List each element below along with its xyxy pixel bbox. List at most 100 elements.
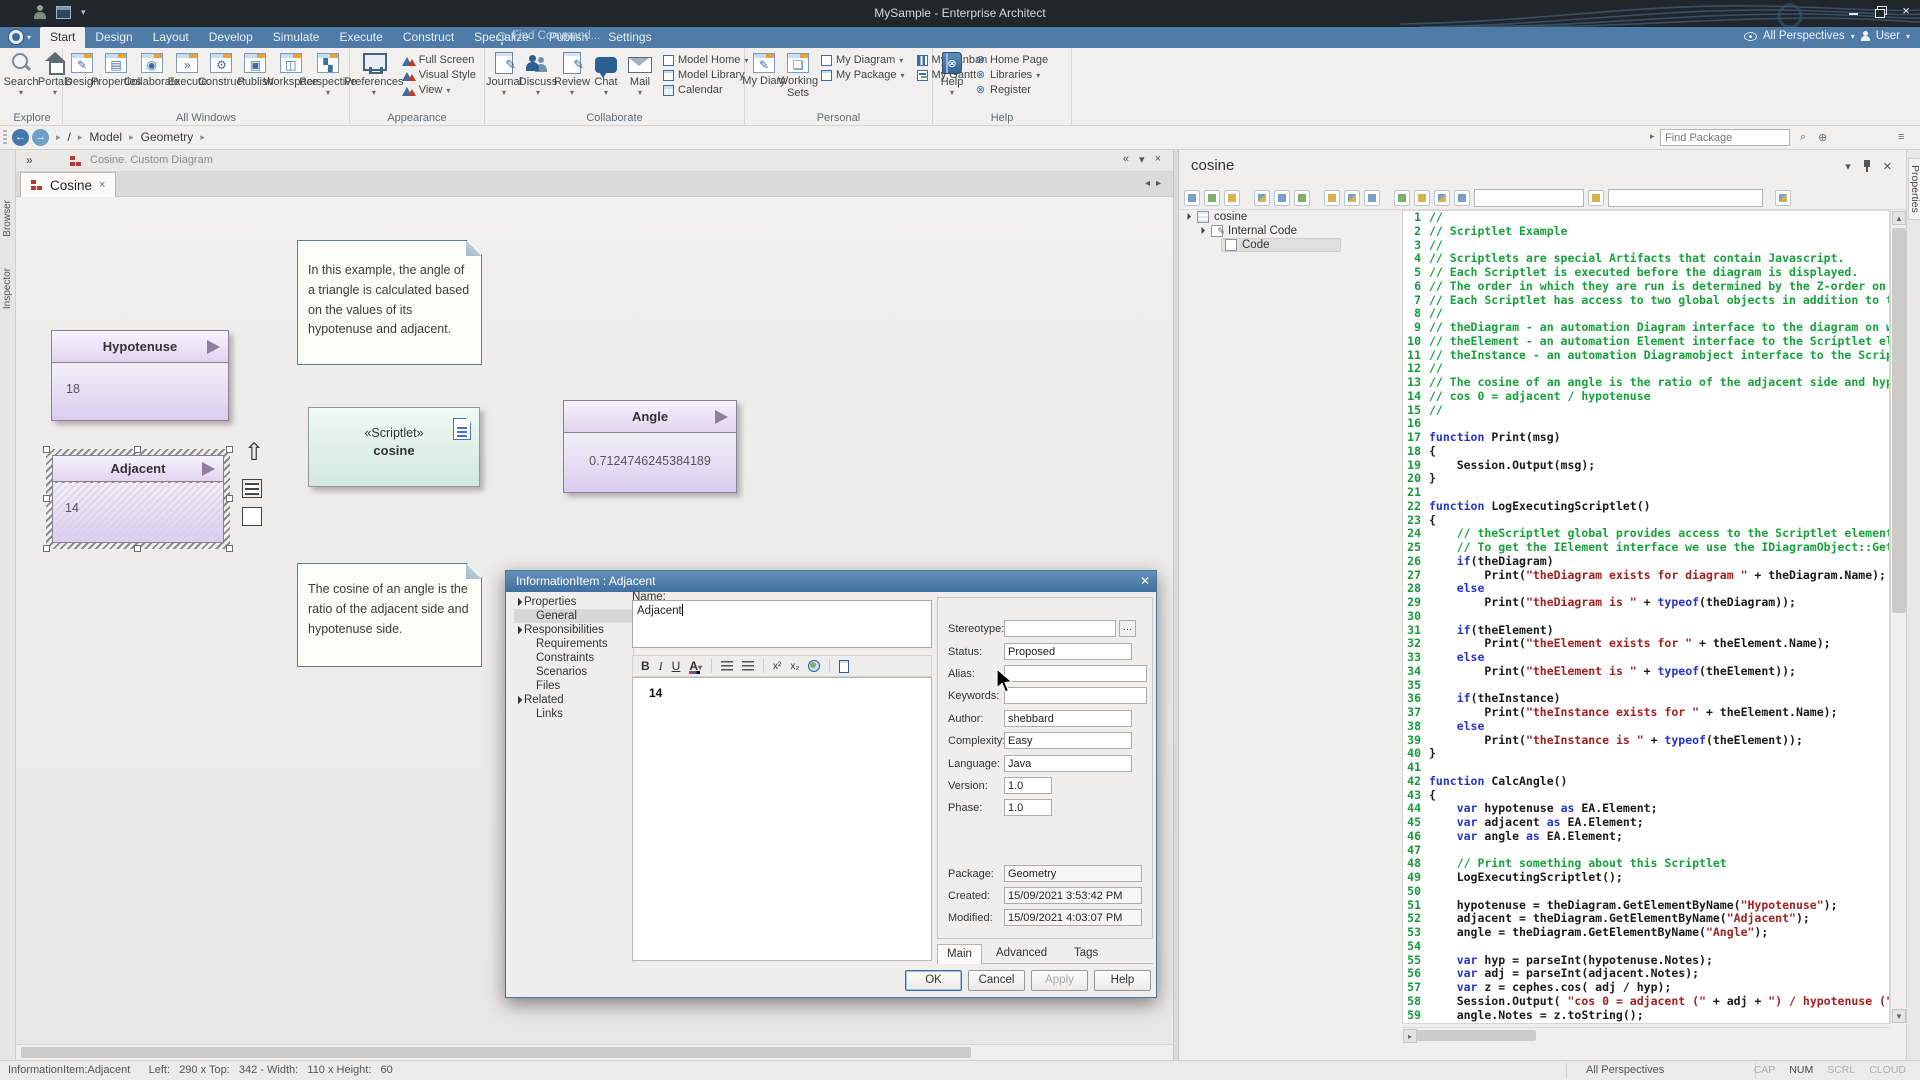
code-line-55[interactable]: 55 var hyp = parseInt(hypotenuse.Notes); bbox=[1403, 954, 1889, 968]
code-editor[interactable]: 1//2// Scriptlet Example3//4// Scriptlet… bbox=[1402, 210, 1890, 1024]
find-package-arrow-icon[interactable]: ▸ bbox=[1650, 131, 1655, 142]
element-features-icon[interactable] bbox=[242, 479, 262, 498]
code-line-24[interactable]: 24 // theScriptlet global provides acces… bbox=[1403, 527, 1889, 541]
ribbon-button-review[interactable]: Review▾ bbox=[555, 50, 589, 97]
code-line-40[interactable]: 40} bbox=[1403, 747, 1889, 761]
dock-tab-properties[interactable]: Properties bbox=[1908, 158, 1920, 220]
panel-pin-icon[interactable] bbox=[1863, 160, 1871, 172]
numbered-list-icon[interactable] bbox=[742, 661, 754, 671]
field-phase--input[interactable]: 1.0 bbox=[1004, 799, 1052, 816]
ok-button[interactable]: OK bbox=[905, 970, 962, 991]
ribbon-button-mail[interactable]: Mail▾ bbox=[623, 50, 657, 97]
code-line-29[interactable]: 29 Print("theDiagram is " + typeof(theDi… bbox=[1403, 596, 1889, 610]
name-field[interactable]: Adjacent bbox=[632, 600, 932, 648]
code-line-47[interactable]: 47 bbox=[1403, 844, 1889, 858]
scroll-up-icon[interactable]: ▲ bbox=[1892, 211, 1906, 225]
ribbon-tab-start[interactable]: Start bbox=[40, 27, 85, 48]
find-next-icon[interactable] bbox=[1364, 190, 1380, 206]
user-menu[interactable]: User bbox=[1876, 30, 1900, 42]
find-package-input[interactable] bbox=[1660, 129, 1790, 146]
ribbon-tab-settings[interactable]: Settings bbox=[598, 27, 661, 48]
field-author--input[interactable]: shebbard bbox=[1004, 710, 1132, 727]
code-line-19[interactable]: 19 Session.Output(msg); bbox=[1403, 459, 1889, 473]
code-line-36[interactable]: 36 if(theInstance) bbox=[1403, 692, 1889, 706]
code-line-34[interactable]: 34 Print("theElement is " + typeof(theEl… bbox=[1403, 665, 1889, 679]
compile-icon[interactable] bbox=[1254, 190, 1270, 206]
code-line-38[interactable]: 38 else bbox=[1403, 720, 1889, 734]
find-in-files-icon[interactable] bbox=[1344, 190, 1360, 206]
code-line-16[interactable]: 16 bbox=[1403, 417, 1889, 431]
notes-editor[interactable]: 14 bbox=[632, 677, 932, 961]
dialog-close-icon[interactable]: ✕ bbox=[1140, 574, 1150, 588]
code-line-32[interactable]: 32 Print("theElement exists for " + theE… bbox=[1403, 637, 1889, 651]
breadcrumb-item--[interactable]: / bbox=[68, 130, 71, 144]
dialog-tree-files[interactable]: Files bbox=[514, 679, 633, 693]
dialog-tree-general[interactable]: General bbox=[514, 609, 633, 623]
app-menu-button[interactable]: ▾ bbox=[8, 29, 31, 45]
dialog-tree-constraints[interactable]: Constraints bbox=[514, 651, 633, 665]
field-complexity--input[interactable]: Easy bbox=[1004, 732, 1132, 749]
font-color-icon[interactable]: A▾ bbox=[689, 659, 702, 673]
tree-expander-icon[interactable] bbox=[514, 598, 522, 606]
vertical-scroll-thumb[interactable] bbox=[1892, 228, 1906, 613]
code-line-56[interactable]: 56 var adj = parseInt(adjacent.Notes); bbox=[1403, 967, 1889, 981]
code-line-26[interactable]: 26 if(theDiagram) bbox=[1403, 555, 1889, 569]
field-language--input[interactable]: Java bbox=[1004, 755, 1132, 772]
ribbon-button-search[interactable]: Search▾ bbox=[4, 50, 38, 97]
diagram-scroll-thumb[interactable] bbox=[21, 1047, 971, 1058]
ribbon-button-perspective[interactable]: ▚Perspective▾ bbox=[309, 50, 347, 97]
code-line-5[interactable]: 5// Each Scriptlet is executed before th… bbox=[1403, 266, 1889, 280]
element-hypotenuse[interactable]: Hypotenuse 18 bbox=[51, 330, 229, 421]
scroll-right-icon[interactable]: ▸ bbox=[1403, 1029, 1417, 1043]
tab-cosine-diagram[interactable]: Cosine × bbox=[20, 172, 116, 197]
tab-scroll-arrows[interactable]: ◂▸ bbox=[1145, 178, 1167, 189]
tree-expander-icon[interactable] bbox=[514, 696, 522, 704]
scroll-down-icon[interactable]: ▼ bbox=[1892, 1009, 1906, 1023]
tree-expander-icon[interactable] bbox=[1184, 213, 1191, 220]
dialog-tab-advanced[interactable]: Advanced bbox=[987, 944, 1056, 964]
view-options-icon[interactable] bbox=[1224, 190, 1240, 206]
ribbon-tab-design[interactable]: Design bbox=[85, 27, 142, 48]
code-line-30[interactable]: 30 bbox=[1403, 610, 1889, 624]
dialog-tree-requirements[interactable]: Requirements bbox=[514, 637, 633, 651]
macro-record-icon[interactable] bbox=[1454, 190, 1470, 206]
code-line-39[interactable]: 39 Print("theInstance is " + typeof(theE… bbox=[1403, 734, 1889, 748]
code-line-45[interactable]: 45 var adjacent as EA.Element; bbox=[1403, 816, 1889, 830]
code-line-25[interactable]: 25 // To get the IElement interface we u… bbox=[1403, 541, 1889, 555]
ribbon-button-my-diagram[interactable]: My Diagram▾ bbox=[821, 54, 905, 66]
field-stereotype--input[interactable] bbox=[1004, 620, 1116, 637]
ribbon-button-chat[interactable]: Chat▾ bbox=[589, 50, 623, 97]
code-line-9[interactable]: 9// theDiagram - an automation Diagram i… bbox=[1403, 321, 1889, 335]
field-status--input[interactable]: Proposed bbox=[1004, 643, 1132, 660]
horizontal-scroll-thumb[interactable] bbox=[1403, 1030, 1536, 1041]
ribbon-button-collaborate[interactable]: ◉Collaborate bbox=[133, 50, 170, 88]
import-code-icon[interactable] bbox=[1274, 190, 1290, 206]
diagram-horizontal-scrollbar[interactable] bbox=[16, 1044, 1173, 1060]
ribbon-button-discuss[interactable]: Discuss▾ bbox=[521, 50, 555, 97]
code-tree-internal-code[interactable]: Internal Code bbox=[1179, 224, 1400, 238]
ribbon-tab-construct[interactable]: Construct bbox=[393, 27, 464, 48]
tree-expander-icon[interactable] bbox=[514, 626, 522, 634]
ribbon-button-journal[interactable]: Journal▾ bbox=[487, 50, 521, 97]
bold-icon[interactable]: B bbox=[641, 659, 650, 673]
code-line-57[interactable]: 57 var z = cephes.cos( adj / hyp); bbox=[1403, 981, 1889, 995]
field-version--input[interactable]: 1.0 bbox=[1004, 777, 1052, 794]
code-line-3[interactable]: 3// bbox=[1403, 239, 1889, 253]
new-document-icon[interactable] bbox=[839, 660, 849, 673]
apply-button[interactable]: Apply bbox=[1031, 970, 1088, 991]
navigation-menu-icon[interactable]: ≡ bbox=[1898, 131, 1904, 143]
dialog-tree-scenarios[interactable]: Scenarios bbox=[514, 665, 633, 679]
code-line-50[interactable]: 50 bbox=[1403, 885, 1889, 899]
bullet-list-icon[interactable] bbox=[721, 661, 733, 671]
code-horizontal-scrollbar[interactable]: ▸ bbox=[1402, 1027, 1890, 1042]
code-line-60[interactable]: 60 angle.Update(); bbox=[1403, 1022, 1889, 1024]
element-adjacent[interactable]: Adjacent 14 bbox=[52, 455, 224, 543]
underline-icon[interactable]: U bbox=[672, 659, 681, 673]
code-line-53[interactable]: 53 angle = theDiagram.GetElementByName("… bbox=[1403, 926, 1889, 940]
collapse-tabs-icon[interactable]: « bbox=[1123, 153, 1129, 166]
search-icon[interactable] bbox=[1324, 190, 1340, 206]
code-line-6[interactable]: 6// The order in which they are run is d… bbox=[1403, 280, 1889, 294]
code-line-48[interactable]: 48 // Print something about this Scriptl… bbox=[1403, 857, 1889, 871]
save-code-icon[interactable] bbox=[1294, 190, 1310, 206]
ribbon-button-register[interactable]: ⊗Register bbox=[975, 84, 1048, 96]
